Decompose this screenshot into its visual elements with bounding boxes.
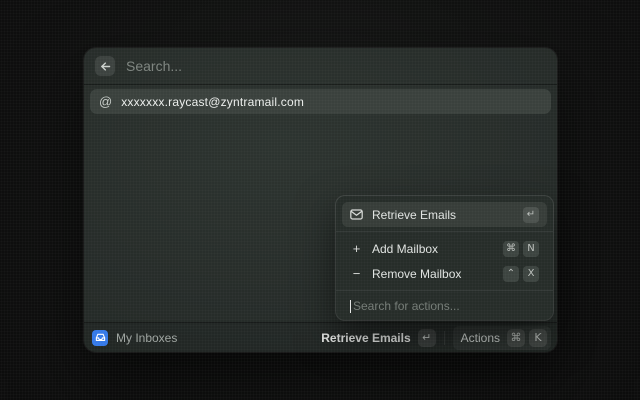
k-key-badge: K bbox=[529, 329, 547, 347]
launcher-window: @ xxxxxxx.raycast@zyntramail.com Retriev… bbox=[84, 48, 557, 352]
panel-divider bbox=[336, 231, 553, 232]
actions-search-input[interactable] bbox=[353, 299, 539, 313]
return-key-badge: ↵ bbox=[523, 207, 539, 223]
panel-divider bbox=[336, 290, 553, 291]
footer-bar: My Inboxes Retrieve Emails ↵ Actions ⌘ K bbox=[84, 322, 557, 352]
action-remove-mailbox[interactable]: − Remove Mailbox ⌃ X bbox=[342, 261, 547, 286]
results-list: @ xxxxxxx.raycast@zyntramail.com bbox=[84, 85, 557, 118]
action-add-mailbox[interactable]: + Add Mailbox ⌘ N bbox=[342, 236, 547, 261]
actions-menu-button[interactable]: Actions ⌘ K bbox=[453, 326, 551, 350]
text-cursor bbox=[350, 300, 351, 313]
return-key-badge: ↵ bbox=[418, 329, 436, 347]
desktop-background: @ xxxxxxx.raycast@zyntramail.com Retriev… bbox=[0, 0, 640, 400]
cmd-key-badge: ⌘ bbox=[503, 241, 519, 257]
action-retrieve-emails[interactable]: Retrieve Emails ↵ bbox=[342, 202, 547, 227]
action-label: Remove Mailbox bbox=[372, 267, 494, 281]
shortcut-keys: ⌘ N bbox=[503, 241, 539, 257]
mailbox-address-label: xxxxxxx.raycast@zyntramail.com bbox=[121, 95, 304, 109]
ctrl-key-badge: ⌃ bbox=[503, 266, 519, 282]
search-input[interactable] bbox=[126, 58, 546, 74]
action-label: Add Mailbox bbox=[372, 242, 494, 256]
envelope-icon bbox=[350, 209, 363, 220]
list-item-mailbox[interactable]: @ xxxxxxx.raycast@zyntramail.com bbox=[90, 89, 551, 114]
n-key-badge: N bbox=[523, 241, 539, 257]
inbox-app-icon bbox=[92, 330, 108, 346]
at-sign-icon: @ bbox=[99, 95, 112, 108]
actions-panel: Retrieve Emails ↵ + Add Mailbox ⌘ N − Re… bbox=[336, 196, 553, 320]
footer-primary-action[interactable]: Retrieve Emails bbox=[321, 331, 410, 345]
back-arrow-icon bbox=[99, 60, 112, 73]
actions-button-label: Actions bbox=[461, 331, 500, 345]
app-name-label: My Inboxes bbox=[116, 331, 177, 345]
back-button[interactable] bbox=[95, 56, 115, 76]
actions-search-row bbox=[342, 295, 547, 317]
search-header bbox=[84, 48, 557, 85]
action-label: Retrieve Emails bbox=[372, 208, 514, 222]
shortcut-keys: ⌃ X bbox=[503, 266, 539, 282]
cmd-key-badge: ⌘ bbox=[507, 329, 525, 347]
x-key-badge: X bbox=[523, 266, 539, 282]
footer-divider bbox=[444, 331, 445, 345]
minus-icon: − bbox=[350, 267, 363, 280]
plus-icon: + bbox=[350, 242, 363, 255]
